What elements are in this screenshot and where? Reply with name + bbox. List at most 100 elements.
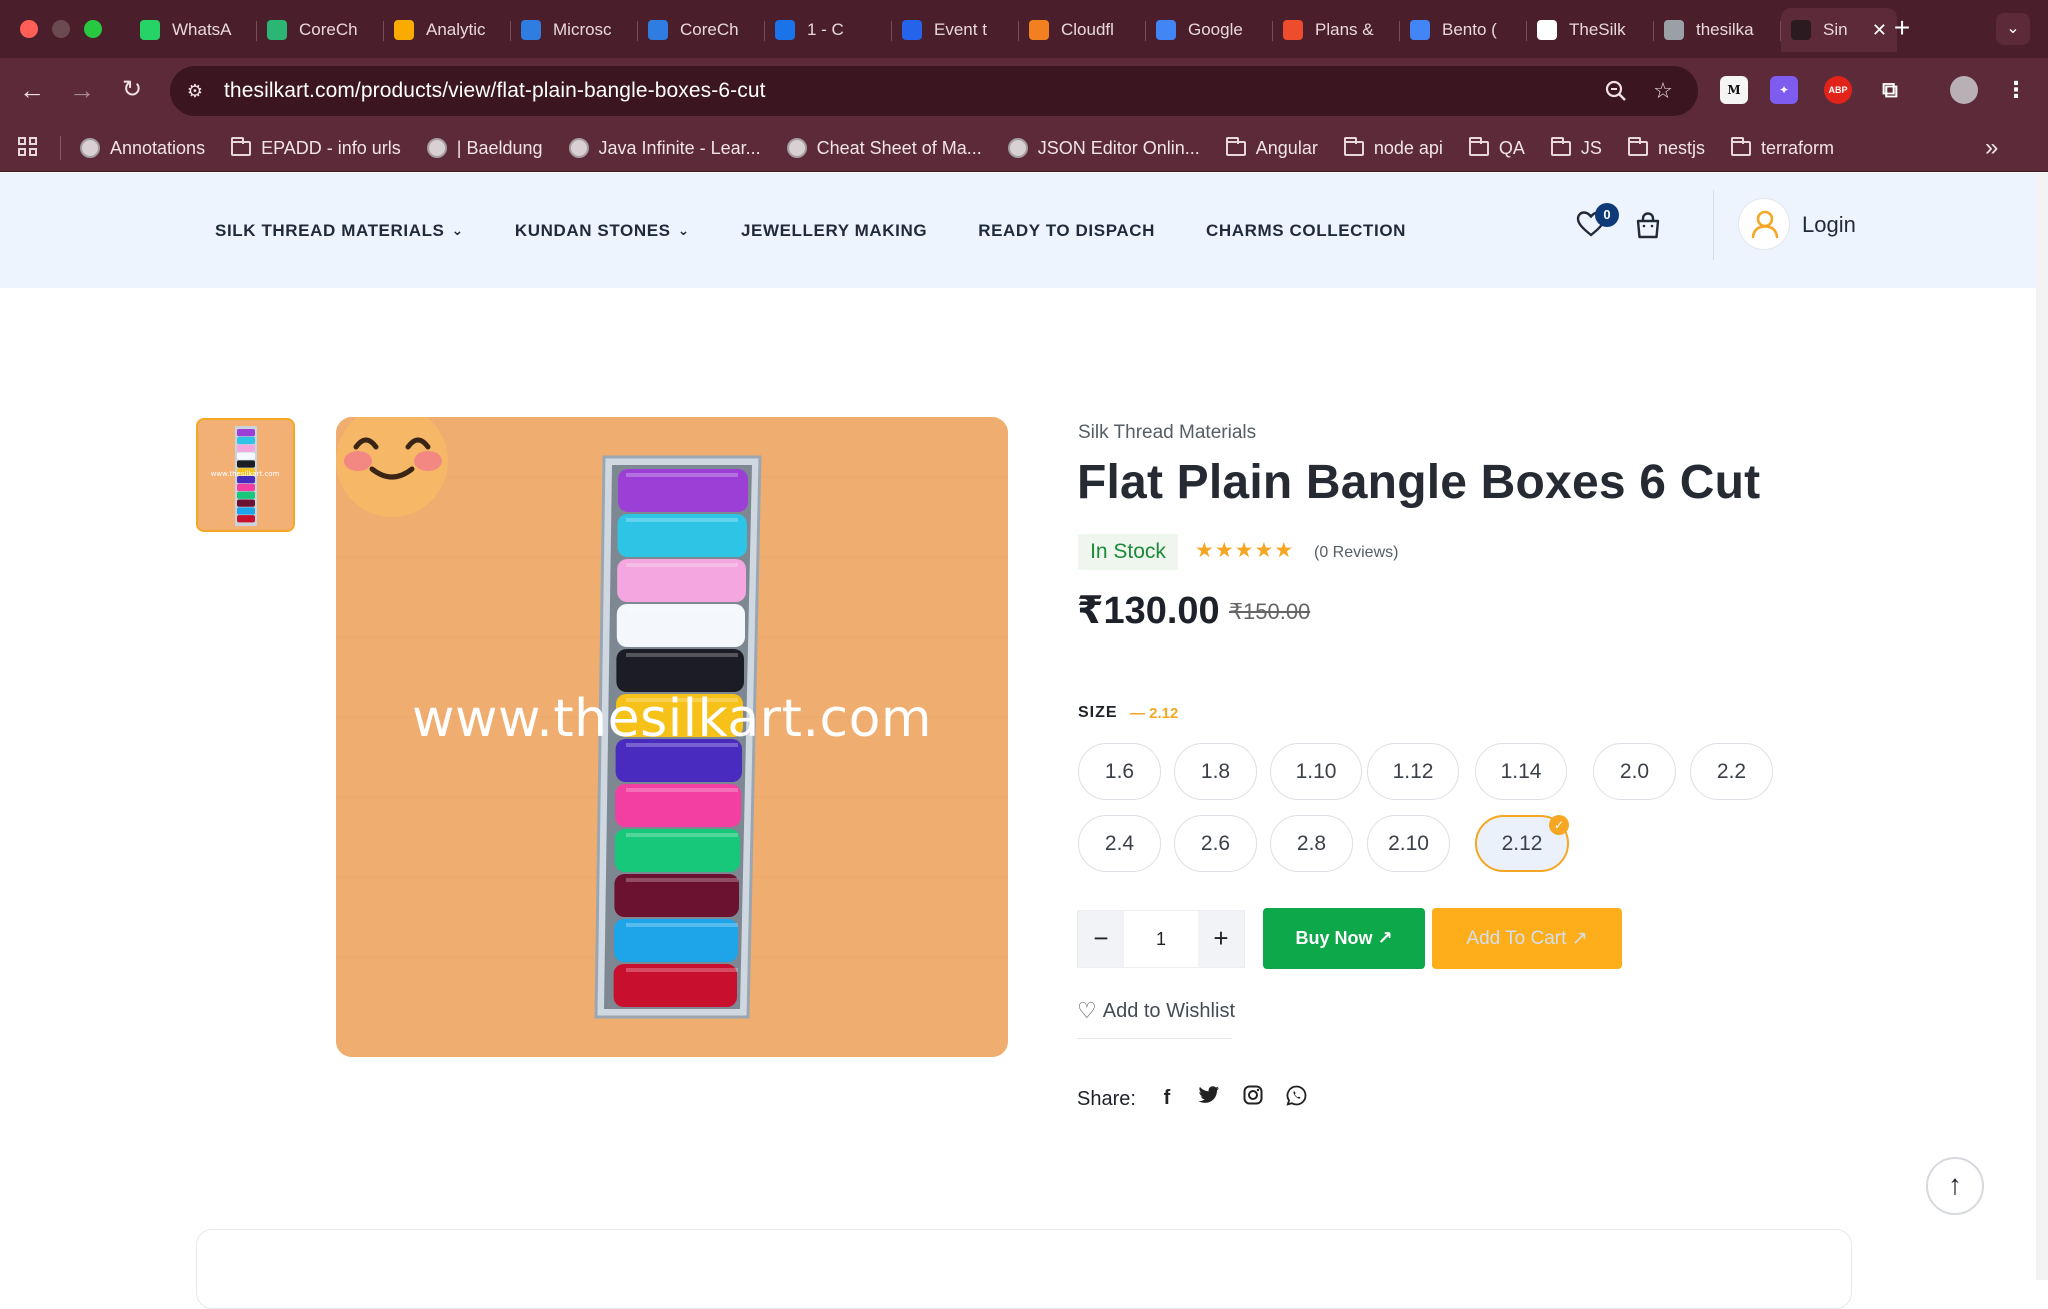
reviews-count[interactable]: (0 Reviews) — [1314, 544, 1398, 562]
window-zoom-button[interactable] — [84, 20, 102, 38]
size-option[interactable]: 2.10 — [1367, 815, 1450, 872]
bookmark-item[interactable]: JSON Editor Onlin... — [1007, 138, 1200, 159]
folder-icon — [1730, 136, 1751, 158]
bookmark-star-icon[interactable]: ☆ — [1650, 78, 1676, 104]
share-label: Share: — [1077, 1088, 1136, 1110]
size-option[interactable]: 1.8 — [1174, 743, 1257, 800]
decrease-quantity-button[interactable]: − — [1078, 911, 1124, 967]
size-option[interactable]: 2.8 — [1270, 815, 1353, 872]
apps-grid-icon[interactable] — [18, 137, 38, 157]
tab-favicon-icon — [1156, 20, 1176, 40]
zoom-icon[interactable] — [1603, 78, 1629, 104]
bookmark-item[interactable]: node api — [1343, 136, 1443, 159]
size-option[interactable]: 1.12 — [1367, 743, 1459, 800]
browser-tab[interactable]: Google — [1146, 8, 1273, 52]
browser-tab[interactable]: Cloudfl — [1019, 8, 1146, 52]
reload-icon[interactable]: ↻ — [114, 72, 150, 108]
window-close-button[interactable] — [20, 20, 38, 38]
whatsapp-icon[interactable] — [1283, 1085, 1309, 1111]
address-bar[interactable]: ⚙ thesilkart.com/products/view/flat-plai… — [170, 66, 1698, 116]
nav-item[interactable]: READY TO DISPACH — [978, 221, 1155, 241]
tab-search-button[interactable]: ⌄ — [1996, 13, 2030, 45]
nav-item[interactable]: SILK THREAD MATERIALS ⌄ — [215, 221, 464, 241]
size-option[interactable]: 2.4 — [1078, 815, 1161, 872]
more-bookmarks-icon[interactable]: » — [1985, 134, 1998, 162]
instagram-icon[interactable] — [1240, 1085, 1266, 1111]
folder-icon — [1225, 136, 1246, 158]
bookmark-item[interactable]: Java Infinite - Lear... — [568, 138, 761, 159]
browser-tab[interactable]: TheSilk — [1527, 8, 1654, 52]
tab-favicon-icon — [394, 20, 414, 40]
browser-tab[interactable]: Bento ( — [1400, 8, 1527, 52]
folder-icon — [1627, 136, 1648, 158]
nav-item[interactable]: CHARMS COLLECTION — [1206, 221, 1406, 241]
twitter-icon[interactable] — [1196, 1085, 1222, 1111]
quantity-value[interactable]: 1 — [1124, 911, 1198, 967]
size-option[interactable]: 2.0 — [1593, 743, 1676, 800]
site-info-icon[interactable]: ⚙ — [184, 80, 206, 102]
nav-item[interactable]: JEWELLERY MAKING — [741, 221, 927, 241]
folder-icon — [1468, 136, 1489, 158]
bookmark-item[interactable]: QA — [1468, 136, 1525, 159]
browser-tab[interactable]: 1 - C — [765, 8, 892, 52]
browser-menu-icon[interactable]: ⋮ — [2002, 76, 2030, 104]
header-divider — [1713, 190, 1714, 260]
product-thumbnail[interactable]: www.thesilkart.com — [196, 418, 295, 532]
back-icon[interactable]: ← — [14, 72, 50, 108]
forward-icon[interactable]: → — [64, 72, 100, 108]
new-tab-button[interactable]: + — [1890, 12, 1914, 44]
bookmark-item[interactable]: Cheat Sheet of Ma... — [786, 138, 982, 159]
medium-extension-icon[interactable]: M — [1720, 76, 1748, 104]
extension-purple-icon[interactable]: ✦ — [1770, 76, 1798, 104]
buy-now-button[interactable]: Buy Now ↗ — [1263, 908, 1425, 969]
thumb-bangle-ring — [237, 499, 255, 507]
facebook-icon[interactable]: f — [1154, 1085, 1180, 1111]
add-to-wishlist-link[interactable]: ♡ Add to Wishlist — [1077, 998, 1235, 1024]
user-icon[interactable] — [1738, 198, 1790, 250]
folder-icon — [231, 136, 252, 158]
browser-tab[interactable]: WhatsA — [130, 8, 257, 52]
profile-avatar[interactable] — [1950, 76, 1978, 104]
bookmarks-bar: Annotations EPADD - info urls | Baeldung Ja… — [0, 124, 2048, 172]
wishlist-count-badge: 0 — [1595, 203, 1619, 227]
tab-title: Google — [1188, 20, 1243, 39]
product-category[interactable]: Silk Thread Materials — [1078, 422, 1256, 444]
size-option[interactable]: 1.6 — [1078, 743, 1161, 800]
bookmark-item[interactable]: Annotations — [80, 138, 205, 159]
cart-bag-icon[interactable] — [1632, 210, 1664, 242]
browser-tab[interactable]: thesilka — [1654, 8, 1781, 52]
bookmark-item[interactable]: nestjs — [1627, 136, 1705, 159]
window-minimize-button[interactable] — [52, 20, 70, 38]
bookmark-item[interactable]: terraform — [1730, 136, 1834, 159]
browser-tab[interactable]: Analytic — [384, 8, 511, 52]
close-tab-icon[interactable]: ✕ — [1872, 20, 1887, 41]
bookmark-item[interactable]: JS — [1550, 136, 1602, 159]
bookmark-item[interactable]: EPADD - info urls — [231, 136, 401, 159]
nav-item-label: JEWELLERY MAKING — [740, 220, 928, 240]
size-option[interactable]: 2.6 — [1174, 815, 1257, 872]
browser-tab[interactable]: Plans & — [1273, 8, 1400, 52]
browser-tab[interactable]: Microsc — [511, 8, 638, 52]
browser-tab[interactable]: Event t — [892, 8, 1019, 52]
add-to-cart-button[interactable]: Add To Cart ↗ — [1432, 908, 1622, 969]
increase-quantity-button[interactable]: + — [1198, 911, 1244, 967]
tab-title: Event t — [934, 20, 987, 39]
page-scrollbar[interactable] — [2036, 173, 2048, 1280]
url-text[interactable]: thesilkart.com/products/view/flat-plain-… — [224, 79, 766, 103]
size-option[interactable]: 2.2 — [1690, 743, 1773, 800]
bookmark-item[interactable]: | Baeldung — [426, 138, 543, 159]
browser-tab[interactable]: CoreCh — [257, 8, 384, 52]
login-link[interactable]: Login — [1802, 212, 1856, 238]
bookmark-item[interactable]: Angular — [1225, 136, 1318, 159]
extensions-puzzle-icon[interactable]: ⧉ — [1876, 76, 1904, 104]
folder-icon — [1343, 136, 1364, 158]
size-option[interactable]: 1.14 — [1475, 743, 1567, 800]
size-option[interactable]: 1.10 — [1270, 743, 1362, 800]
browser-tab-active[interactable]: Sin ✕ — [1781, 8, 1897, 52]
product-main-image[interactable]: www.thesilkart.com — [336, 417, 1008, 1057]
adblock-extension-icon[interactable]: ABP — [1824, 76, 1852, 104]
nav-item[interactable]: KUNDAN STONES ⌄ — [515, 221, 690, 241]
scroll-to-top-button[interactable]: ↑ — [1926, 1157, 1984, 1215]
bookmark-label: EPADD - info urls — [261, 137, 401, 158]
browser-tab[interactable]: CoreCh — [638, 8, 765, 52]
